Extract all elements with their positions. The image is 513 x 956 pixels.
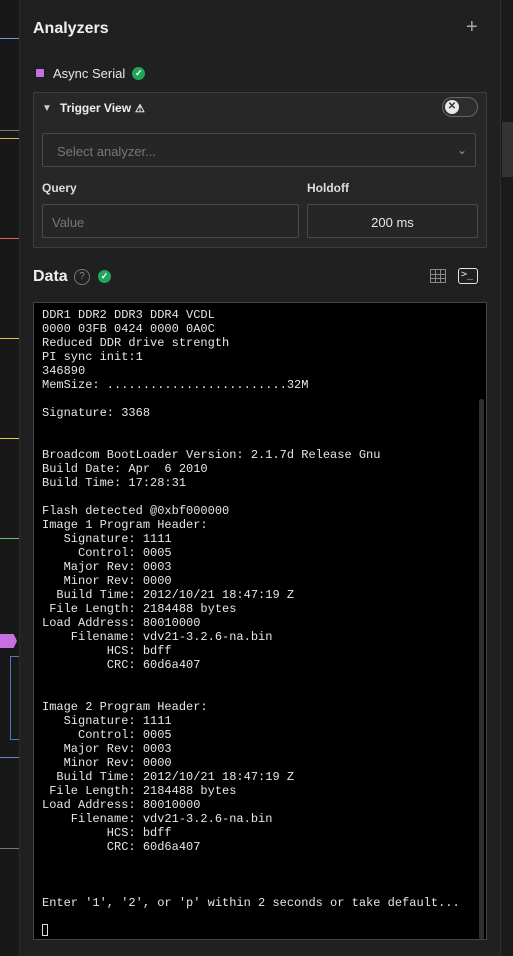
analyzers-panel: Analyzers + Async Serial ✓ ▼ Trigger Vie… (20, 0, 500, 956)
close-icon: ✕ (445, 100, 459, 114)
analyzer-select[interactable]: Select analyzer... ⌄ (42, 133, 476, 167)
check-circle-icon: ✓ (98, 270, 111, 283)
channel-line (0, 338, 19, 339)
channel-line (0, 538, 19, 539)
channel-line (0, 238, 19, 239)
table-view-icon[interactable] (430, 269, 446, 283)
async-serial-frame-marker (0, 634, 17, 648)
terminal-cursor (42, 924, 48, 936)
analyzer-select-placeholder: Select analyzer... (57, 144, 156, 159)
analyzer-item-async-serial[interactable]: Async Serial ✓ (36, 64, 146, 82)
analyzer-label: Async Serial (53, 65, 126, 81)
channel-line (0, 138, 19, 139)
channel-line (0, 848, 19, 849)
trigger-view-header[interactable]: ▼ Trigger View ⚠ (42, 101, 145, 115)
channel-line (0, 438, 19, 439)
check-circle-icon: ✓ (132, 66, 146, 80)
warning-icon: ⚠ (135, 102, 145, 115)
terminal-scrollbar[interactable] (479, 399, 484, 939)
analyzers-title: Analyzers (33, 20, 109, 37)
plus-icon[interactable]: + (466, 17, 478, 37)
trigger-view-toggle[interactable]: ✕ (442, 97, 478, 117)
channel-line (0, 757, 19, 758)
query-placeholder: Value (52, 215, 85, 230)
trigger-view-title: Trigger View (59, 101, 132, 115)
channel-line (0, 38, 19, 39)
query-label: Query (42, 181, 77, 195)
help-icon[interactable]: ? (74, 269, 90, 285)
terminal-output[interactable]: DDR1 DDR2 DDR3 DDR4 VCDL 0000 03FB 0424 … (33, 302, 487, 940)
chevron-down-icon: ⌄ (456, 143, 467, 157)
terminal-text: DDR1 DDR2 DDR3 DDR4 VCDL 0000 03FB 0424 … (42, 308, 460, 910)
waveform-strip[interactable] (0, 0, 20, 956)
holdoff-input[interactable]: 200 ms (307, 204, 478, 238)
analyzer-color-swatch (36, 69, 44, 77)
terminal-view-icon[interactable]: >_ (458, 268, 478, 284)
trigger-view-card: ▼ Trigger View ⚠ ✕ Select analyzer... ⌄ … (33, 92, 487, 248)
signal-box (10, 656, 19, 740)
chevron-down-icon[interactable]: ▼ (42, 103, 52, 114)
holdoff-label: Holdoff (307, 181, 349, 195)
panel-scrollbar-thumb[interactable] (502, 122, 513, 177)
data-title: Data (33, 268, 68, 285)
holdoff-value: 200 ms (371, 215, 414, 230)
query-input[interactable]: Value (42, 204, 299, 238)
channel-line (0, 130, 19, 131)
